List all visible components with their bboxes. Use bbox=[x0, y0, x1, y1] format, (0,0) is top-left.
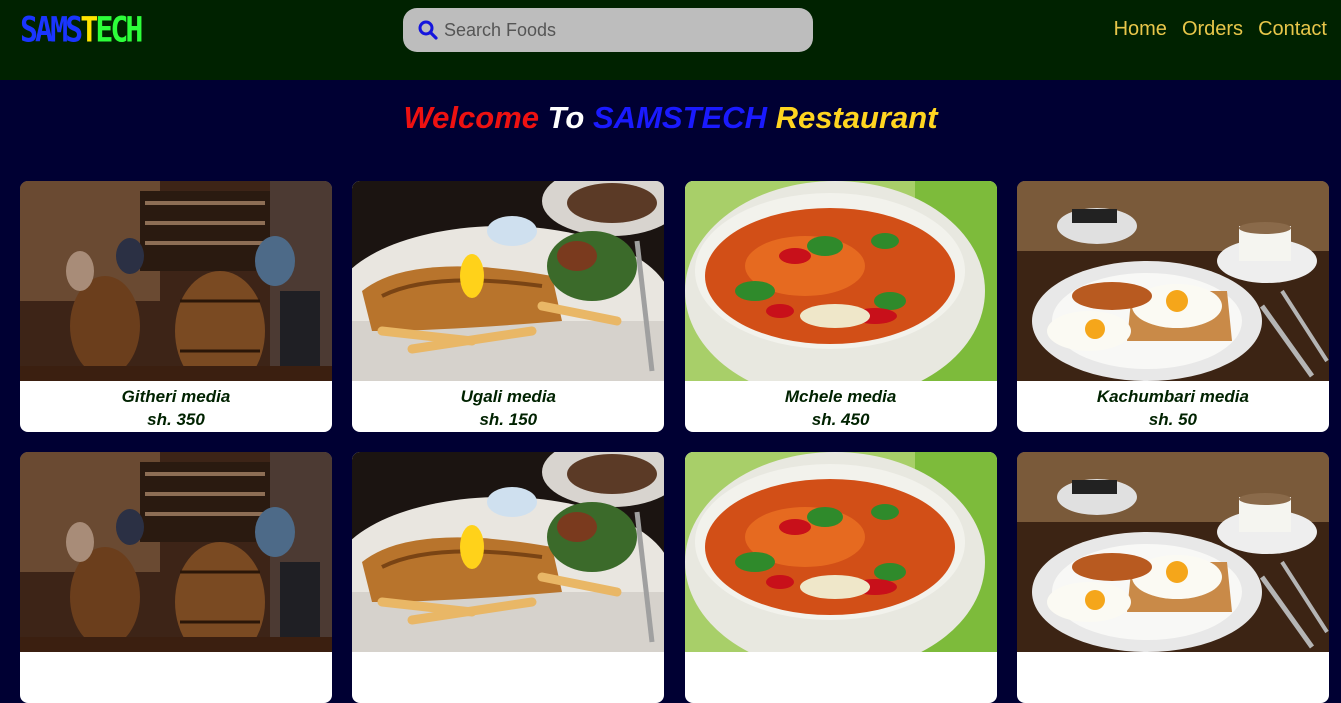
food-name: Githeri media bbox=[121, 387, 231, 406]
food-name: Kachumbari media bbox=[1096, 387, 1249, 406]
welcome-word-2: To bbox=[547, 100, 585, 135]
search-bar bbox=[403, 8, 813, 52]
nav-home-link[interactable]: Home bbox=[1114, 18, 1167, 41]
soup-bowl-image bbox=[684, 452, 997, 652]
welcome-word-3: SAMSTECH bbox=[593, 100, 767, 135]
logo-part-2: T bbox=[80, 10, 98, 51]
food-price: sh. 450 bbox=[811, 410, 870, 429]
welcome-word-4: Restaurant bbox=[775, 100, 938, 135]
food-grid: Githeri media sh. 350 Ugali media sh. 15… bbox=[20, 181, 1329, 703]
nav-orders-link[interactable]: Orders bbox=[1182, 18, 1243, 41]
main-nav: Home Orders Contact bbox=[1114, 18, 1327, 41]
logo-part-1: SAMS bbox=[20, 10, 83, 51]
food-card[interactable] bbox=[352, 452, 665, 703]
fish-and-chips-image bbox=[352, 181, 665, 381]
food-card[interactable]: Mchele media sh. 450 bbox=[684, 181, 997, 432]
search-input[interactable] bbox=[444, 19, 784, 41]
breakfast-plate-image bbox=[1016, 181, 1329, 381]
food-card[interactable]: Kachumbari media sh. 50 bbox=[1016, 181, 1329, 432]
food-price: sh. 50 bbox=[1148, 410, 1197, 429]
food-card[interactable] bbox=[684, 452, 997, 703]
logo[interactable]: SAMSTECH bbox=[20, 8, 144, 54]
welcome-heading: Welcome To SAMSTECH Restaurant bbox=[0, 100, 1341, 136]
breakfast-plate-image bbox=[1016, 452, 1329, 652]
restaurant-interior-image bbox=[20, 452, 332, 652]
food-price: sh. 150 bbox=[479, 410, 538, 429]
welcome-word-1: Welcome bbox=[403, 100, 540, 135]
food-card[interactable]: Githeri media sh. 350 bbox=[20, 181, 332, 432]
food-card[interactable] bbox=[20, 452, 332, 703]
food-name: Mchele media bbox=[784, 387, 897, 406]
fish-and-chips-image bbox=[352, 452, 665, 652]
search-icon[interactable] bbox=[418, 20, 438, 40]
soup-bowl-image bbox=[684, 181, 997, 381]
header: SAMSTECH Home Orders Contact bbox=[0, 0, 1341, 80]
logo-part-3: ECH bbox=[95, 10, 143, 51]
food-card[interactable] bbox=[1016, 452, 1329, 703]
food-card[interactable]: Ugali media sh. 150 bbox=[352, 181, 665, 432]
nav-contact-link[interactable]: Contact bbox=[1258, 18, 1327, 41]
food-name: Ugali media bbox=[460, 387, 556, 406]
food-price: sh. 350 bbox=[147, 410, 205, 429]
restaurant-interior-image bbox=[20, 181, 332, 381]
